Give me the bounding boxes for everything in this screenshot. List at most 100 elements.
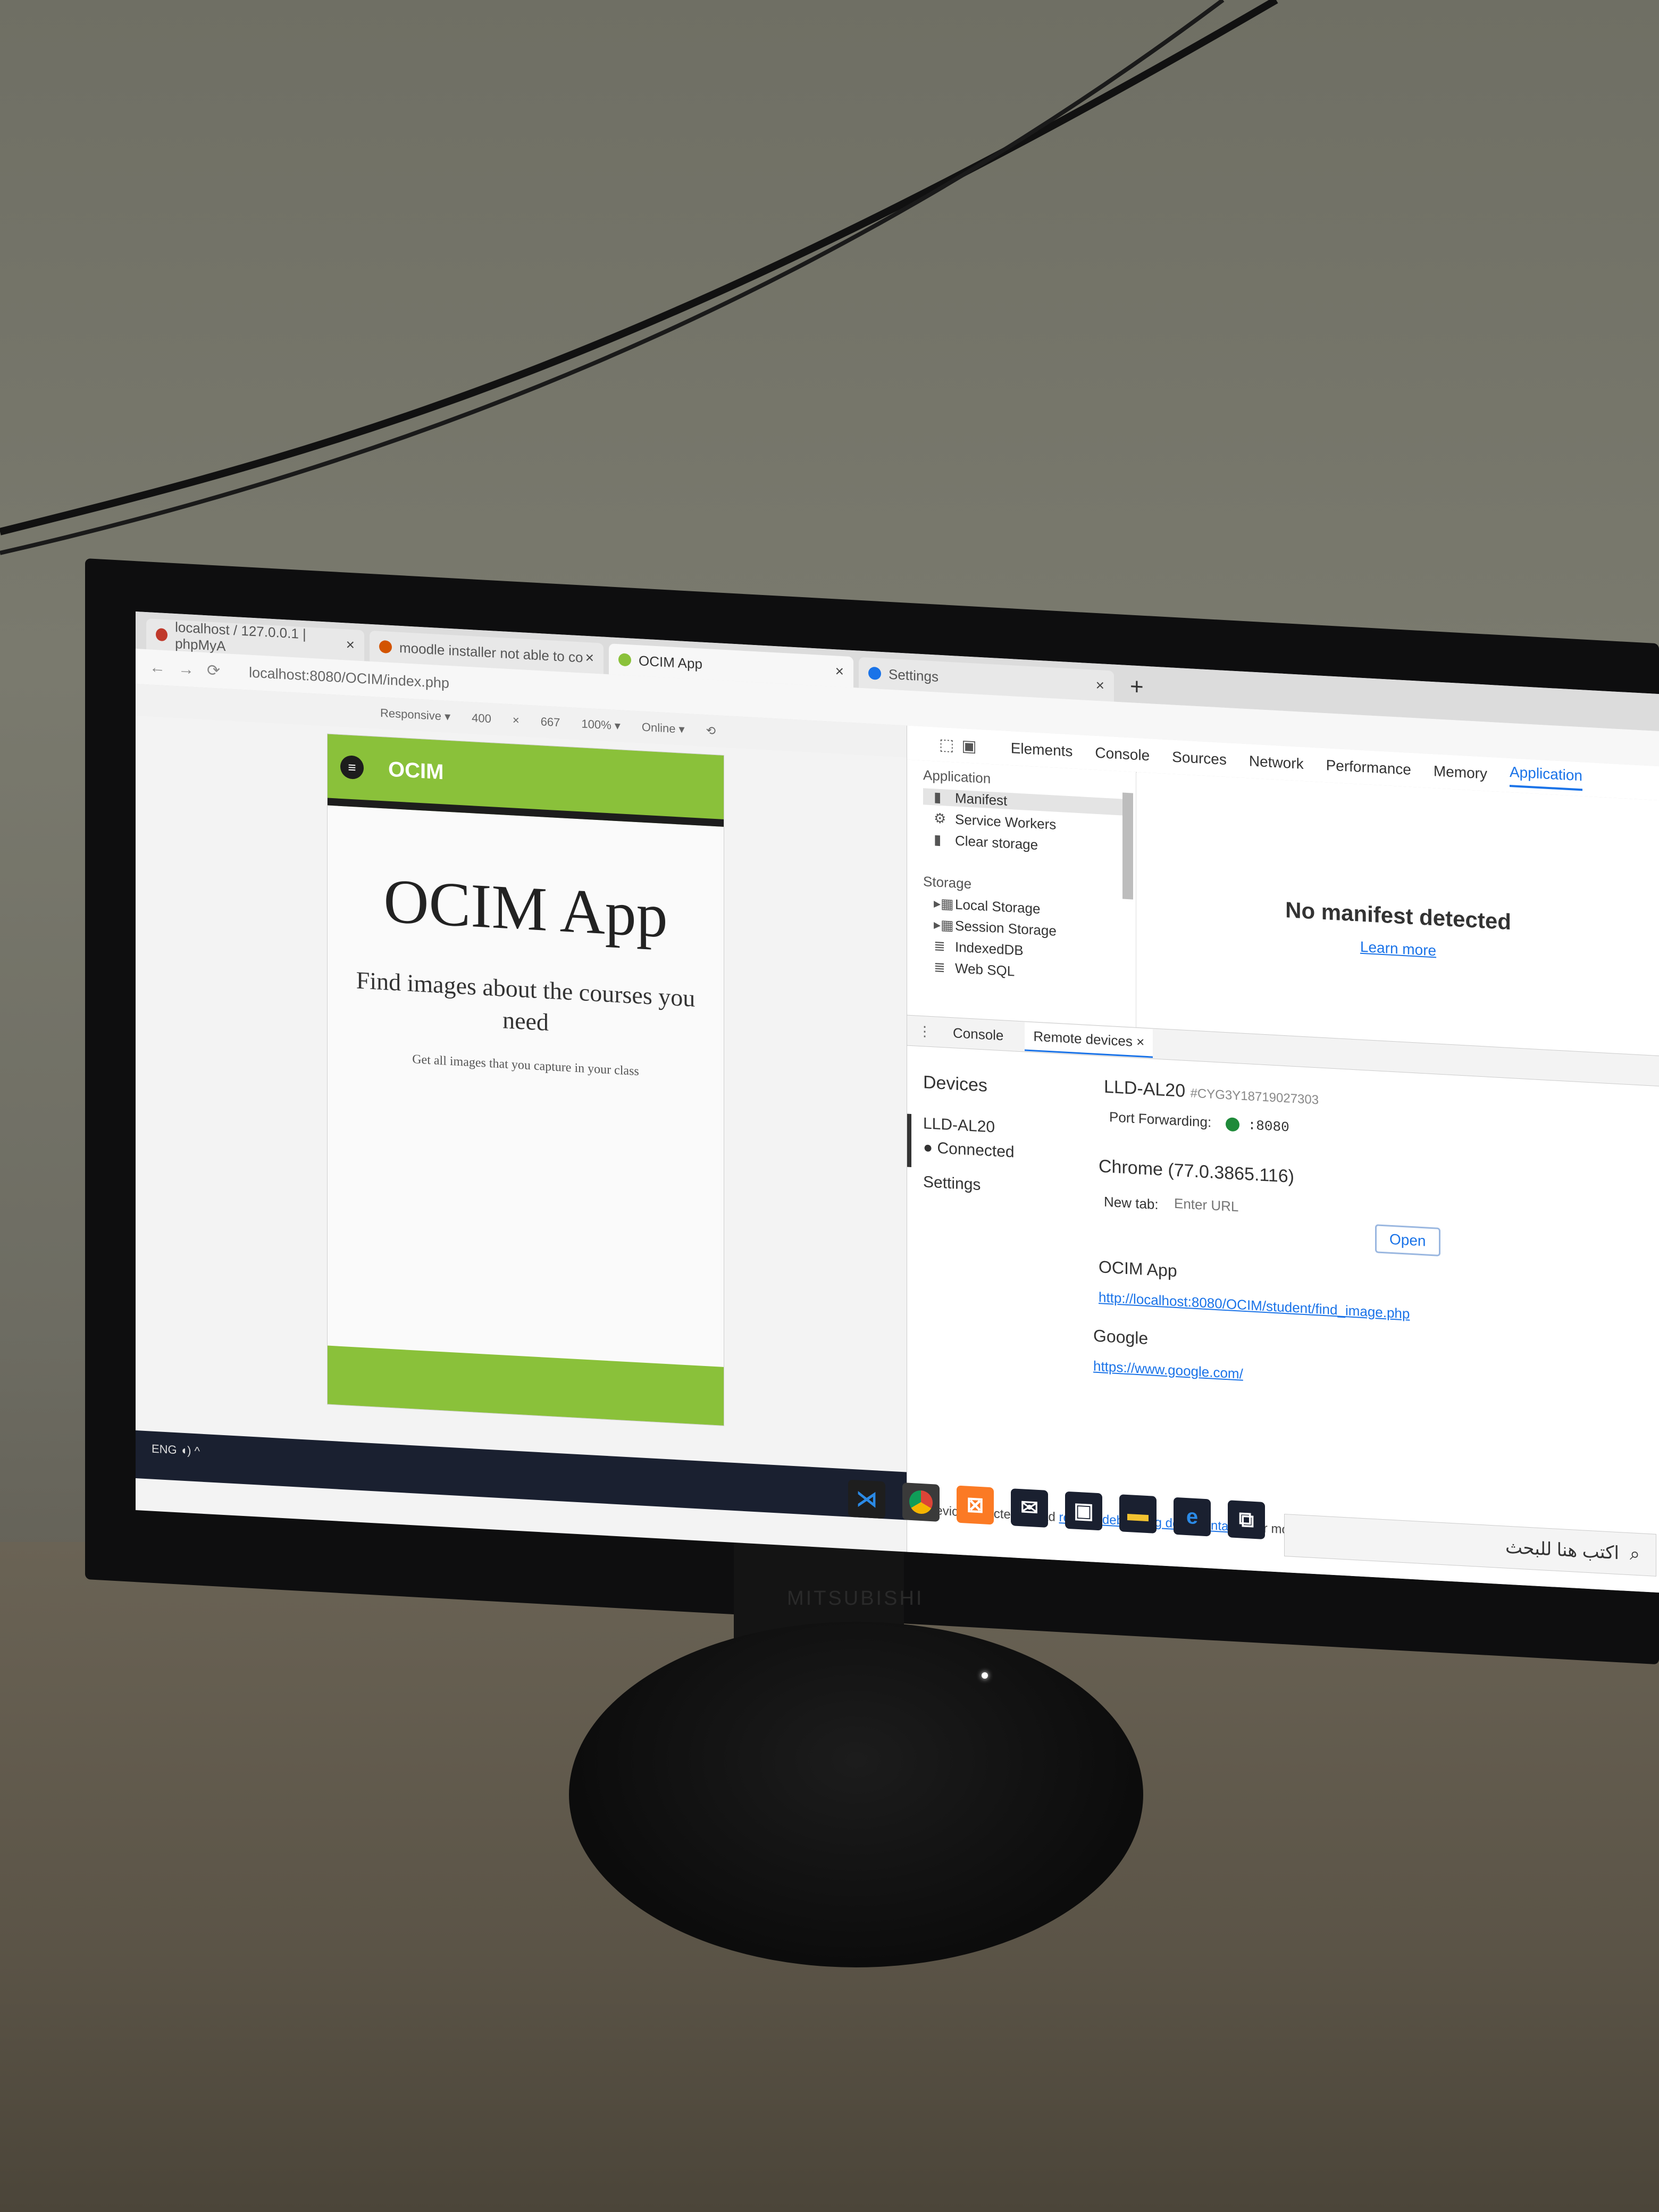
page-tagline: Get all images that you capture in your … xyxy=(412,1052,639,1079)
system-tray: ENG ◖) ^ xyxy=(152,1442,200,1459)
sidebar-item-local-storage[interactable]: ▸▦ Local Storage xyxy=(934,895,1040,917)
url-text[interactable]: localhost:8080/OCIM/index.php xyxy=(249,664,449,691)
sidebar-item-label: Local Storage xyxy=(955,896,1041,917)
google-favicon-icon xyxy=(379,640,392,654)
close-icon[interactable]: × xyxy=(835,663,844,680)
taskbar xyxy=(136,1430,907,1520)
close-icon[interactable]: × xyxy=(346,636,355,653)
settings-item[interactable]: Settings xyxy=(923,1173,981,1194)
port-forwarding-label: Port Forwarding: xyxy=(1109,1109,1212,1130)
tab-memory[interactable]: Memory xyxy=(1434,763,1487,782)
inspect-device-icons[interactable]: ⬚▣ xyxy=(939,735,984,756)
sidebar-item-clear-storage[interactable]: ▮ Clear storage xyxy=(934,831,1038,853)
drawer-tab-label: Remote devices xyxy=(1033,1028,1133,1050)
page-title-ocim: OCIM App xyxy=(1099,1257,1177,1281)
times-sign: × xyxy=(512,713,520,727)
app-brand: OCIM xyxy=(388,757,444,784)
devices-heading: Devices xyxy=(923,1072,987,1096)
chrome-icon[interactable] xyxy=(902,1482,940,1522)
page-url-google[interactable]: https://www.google.com/ xyxy=(1093,1358,1243,1382)
mobile-viewport: ≡ OCIM OCIM App Find images about the co… xyxy=(327,733,724,1426)
devtools-panel: ⬚▣ Elements Console Sources Network Perf… xyxy=(907,725,1659,1593)
monitor-brand: MITSUBISHI xyxy=(787,1587,924,1610)
gear-icon: ⚙ xyxy=(934,810,946,827)
close-icon[interactable]: × xyxy=(1136,1034,1144,1050)
open-button[interactable]: Open xyxy=(1375,1224,1440,1256)
app-header: ≡ OCIM xyxy=(328,734,724,827)
ocim-favicon-icon xyxy=(618,653,631,667)
database-icon: ≣ xyxy=(934,937,945,954)
gear-icon xyxy=(868,666,881,680)
drawer-tab-console[interactable]: Console xyxy=(953,1025,1003,1044)
sidebar-item-label: Clear storage xyxy=(955,832,1038,853)
tab-performance[interactable]: Performance xyxy=(1326,757,1411,778)
sidebar-item-label: Session Storage xyxy=(955,917,1057,939)
trash-icon: ▮ xyxy=(934,831,942,848)
close-icon[interactable]: × xyxy=(585,649,594,667)
page-title: OCIM App xyxy=(383,866,668,951)
chevron-up-icon[interactable]: ^ xyxy=(195,1444,200,1458)
storage-heading: Storage xyxy=(923,873,972,892)
edge-icon[interactable]: e xyxy=(1174,1497,1211,1537)
sidebar-item-service-workers[interactable]: ⚙ Service Workers xyxy=(934,810,1056,833)
volume-icon[interactable]: ◖) xyxy=(180,1444,191,1457)
grid-icon: ▸▦ xyxy=(934,916,954,934)
zoom-select[interactable]: 100% ▾ xyxy=(581,717,620,733)
application-heading: Application xyxy=(923,767,991,787)
tray-lang[interactable]: ENG xyxy=(152,1442,177,1457)
file-icon: ▮ xyxy=(934,789,942,806)
page-subtitle: Find images about the courses you need xyxy=(356,966,696,1036)
remote-devices-sidebar: Devices LLD-AL20 ● Connected Settings xyxy=(907,1045,1077,1532)
taskview-icon[interactable]: ⧉ xyxy=(1228,1500,1265,1540)
app-footer xyxy=(328,1345,724,1426)
mail-icon[interactable]: ✉ xyxy=(1011,1488,1048,1528)
store-icon[interactable]: ▣ xyxy=(1065,1491,1102,1531)
tab-label: moodle installer not able to co xyxy=(399,639,583,666)
sidebar-item-session-storage[interactable]: ▸▦ Session Storage xyxy=(934,916,1057,939)
chrome-version: Chrome (77.0.3865.116) xyxy=(1099,1156,1294,1187)
device-item[interactable]: LLD-AL20 xyxy=(923,1115,995,1136)
device-name-text: LLD-AL20 xyxy=(1104,1076,1186,1101)
tab-application[interactable]: Application xyxy=(1510,763,1582,791)
tab-network[interactable]: Network xyxy=(1249,752,1304,773)
tab-elements[interactable]: Elements xyxy=(1011,740,1073,760)
port-forwarding: Port Forwarding: :8080 xyxy=(1109,1109,1289,1135)
tab-console[interactable]: Console xyxy=(1095,744,1150,765)
search-icon: ⌕ xyxy=(1629,1543,1640,1564)
sidebar-item-label: IndexedDB xyxy=(955,939,1024,959)
tab-sources[interactable]: Sources xyxy=(1172,749,1227,769)
close-icon[interactable]: × xyxy=(1096,677,1104,694)
nav-arrows-icon[interactable]: ←→⟳ xyxy=(149,658,233,681)
sidebar-item-label: Service Workers xyxy=(955,811,1057,833)
status-dot-icon xyxy=(1226,1117,1240,1132)
grid-icon: ▸▦ xyxy=(934,895,954,912)
responsive-select[interactable]: Responsive ▾ xyxy=(380,706,450,724)
vscode-icon[interactable]: ⋊ xyxy=(848,1479,885,1519)
power-led xyxy=(982,1672,988,1679)
page-url-ocim[interactable]: http://localhost:8080/OCIM/student/find_… xyxy=(1099,1289,1410,1322)
new-tab-url-input[interactable] xyxy=(1173,1194,1335,1221)
database-icon: ≣ xyxy=(934,959,945,976)
phpmyadmin-favicon-icon xyxy=(156,628,168,642)
new-tab-label: New tab: xyxy=(1104,1193,1159,1213)
rotate-icon[interactable]: ⟲ xyxy=(706,724,716,738)
xampp-icon[interactable]: ⊠ xyxy=(957,1485,994,1525)
explorer-icon[interactable]: ▬ xyxy=(1119,1494,1157,1534)
screen: localhost / 127.0.0.1 | phpMyA × moodle … xyxy=(136,611,1659,1593)
device-status-label: Connected xyxy=(937,1139,1015,1161)
sidebar-item-web-sql[interactable]: ≣ Web SQL xyxy=(934,959,1015,979)
height-input[interactable]: 667 xyxy=(541,715,560,730)
menu-icon[interactable]: ≡ xyxy=(340,755,364,780)
remote-devices-detail: LLD-AL20 #CYG3Y18719027303 Port Forwardi… xyxy=(1077,1054,1659,1564)
page-title-google: Google xyxy=(1093,1326,1149,1348)
search-placeholder: اكتب هنا للبحث xyxy=(1505,1537,1619,1564)
width-input[interactable]: 400 xyxy=(472,711,491,726)
new-tab-button[interactable]: + xyxy=(1130,673,1144,700)
monitor-stand-base xyxy=(569,1622,1143,1967)
device-status: ● Connected xyxy=(923,1138,1015,1161)
sidebar-item-indexeddb[interactable]: ≣ IndexedDB xyxy=(934,937,1024,959)
selected-indicator xyxy=(907,1113,911,1168)
network-select[interactable]: Online ▾ xyxy=(642,720,685,736)
drawer-menu-icon[interactable]: ⋮ xyxy=(918,1023,932,1040)
sidebar-scrollbar[interactable] xyxy=(1122,792,1133,900)
